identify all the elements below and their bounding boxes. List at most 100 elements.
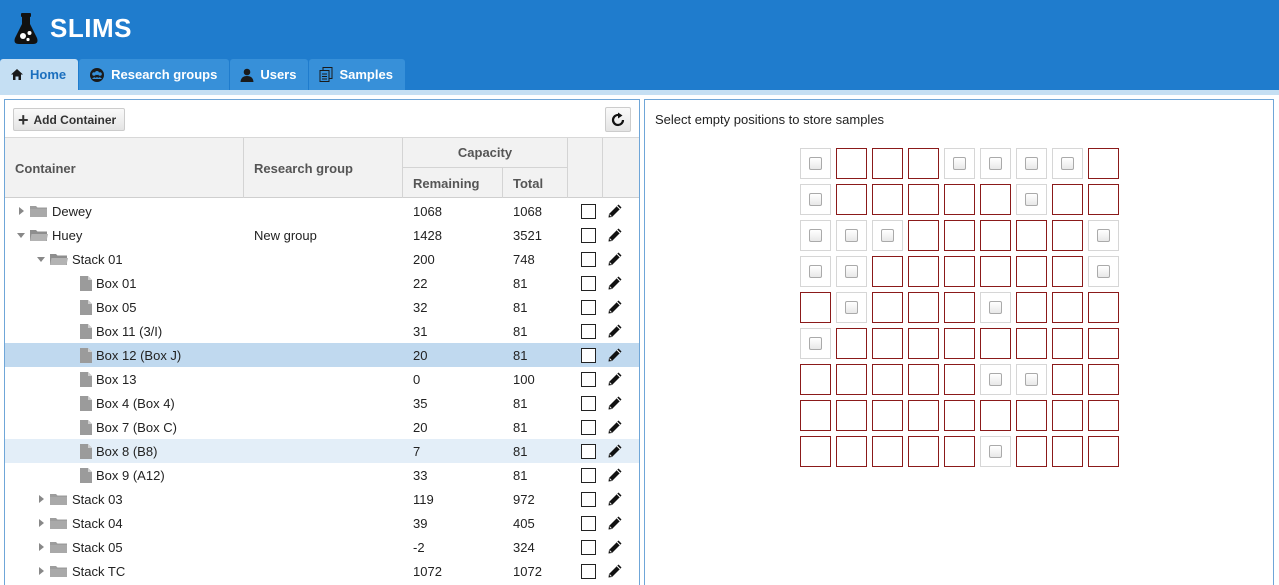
- position-checkbox[interactable]: [1025, 373, 1038, 386]
- table-row[interactable]: Box 8 (B8) 7 81: [5, 439, 639, 463]
- row-checkbox[interactable]: [580, 491, 596, 507]
- table-row[interactable]: Stack 01 200 748: [5, 247, 639, 271]
- position-checkbox[interactable]: [989, 373, 1002, 386]
- row-checkbox[interactable]: [580, 203, 596, 219]
- tab-users[interactable]: Users: [230, 59, 309, 90]
- position-checkbox[interactable]: [1097, 265, 1110, 278]
- row-checkbox[interactable]: [580, 275, 596, 291]
- row-checkbox[interactable]: [580, 227, 596, 243]
- row-checkbox[interactable]: [580, 371, 596, 387]
- position-checkbox[interactable]: [809, 229, 822, 242]
- empty-position[interactable]: [980, 364, 1011, 395]
- empty-position[interactable]: [836, 292, 867, 323]
- edit-button[interactable]: [605, 343, 625, 367]
- table-row[interactable]: Box 7 (Box C) 20 81: [5, 415, 639, 439]
- empty-position[interactable]: [980, 292, 1011, 323]
- container-name[interactable]: Stack 04: [72, 516, 123, 531]
- refresh-button[interactable]: [605, 107, 631, 132]
- position-checkbox[interactable]: [845, 229, 858, 242]
- container-name[interactable]: Box 7 (Box C): [96, 420, 177, 435]
- row-checkbox[interactable]: [580, 395, 596, 411]
- empty-position[interactable]: [800, 184, 831, 215]
- container-name[interactable]: Box 01: [96, 276, 136, 291]
- row-checkbox[interactable]: [580, 539, 596, 555]
- position-checkbox[interactable]: [989, 445, 1002, 458]
- expand-arrow-icon[interactable]: [35, 565, 47, 577]
- empty-position[interactable]: [800, 328, 831, 359]
- row-checkbox[interactable]: [580, 443, 596, 459]
- container-name[interactable]: Box 11 (3/I): [96, 324, 162, 339]
- container-name[interactable]: Stack TC: [72, 564, 125, 579]
- column-header-total[interactable]: Total: [503, 168, 568, 198]
- expand-arrow-icon[interactable]: [15, 205, 27, 217]
- empty-position[interactable]: [1016, 184, 1047, 215]
- table-row[interactable]: Huey New group 1428 3521: [5, 223, 639, 247]
- column-header-research-group[interactable]: Research group: [244, 138, 403, 198]
- empty-position[interactable]: [1052, 148, 1083, 179]
- expand-arrow-icon[interactable]: [35, 493, 47, 505]
- row-checkbox[interactable]: [580, 515, 596, 531]
- position-checkbox[interactable]: [1061, 157, 1074, 170]
- edit-button[interactable]: [605, 415, 625, 439]
- position-checkbox[interactable]: [953, 157, 966, 170]
- container-name[interactable]: Box 05: [96, 300, 136, 315]
- collapse-arrow-icon[interactable]: [15, 229, 27, 241]
- tab-samples[interactable]: Samples: [309, 59, 405, 90]
- empty-position[interactable]: [800, 148, 831, 179]
- empty-position[interactable]: [1016, 148, 1047, 179]
- row-checkbox[interactable]: [580, 467, 596, 483]
- container-name[interactable]: Box 9 (A12): [96, 468, 165, 483]
- edit-button[interactable]: [605, 199, 625, 223]
- table-row[interactable]: Stack 05 -2 324: [5, 535, 639, 559]
- edit-button[interactable]: [605, 367, 625, 391]
- expand-arrow-icon[interactable]: [35, 517, 47, 529]
- empty-position[interactable]: [872, 220, 903, 251]
- edit-button[interactable]: [605, 271, 625, 295]
- empty-position[interactable]: [980, 436, 1011, 467]
- container-name[interactable]: Box 4 (Box 4): [96, 396, 175, 411]
- collapse-arrow-icon[interactable]: [35, 253, 47, 265]
- table-row[interactable]: Box 11 (3/I) 31 81: [5, 319, 639, 343]
- edit-button[interactable]: [605, 247, 625, 271]
- container-name[interactable]: Box 13: [96, 372, 136, 387]
- tab-research-groups[interactable]: Research groups: [79, 59, 230, 90]
- container-name[interactable]: Box 8 (B8): [96, 444, 157, 459]
- container-name[interactable]: Dewey: [52, 204, 92, 219]
- edit-button[interactable]: [605, 487, 625, 511]
- row-checkbox[interactable]: [580, 419, 596, 435]
- row-checkbox[interactable]: [580, 323, 596, 339]
- empty-position[interactable]: [1016, 364, 1047, 395]
- position-checkbox[interactable]: [809, 337, 822, 350]
- position-checkbox[interactable]: [845, 301, 858, 314]
- position-checkbox[interactable]: [809, 265, 822, 278]
- row-checkbox[interactable]: [580, 251, 596, 267]
- position-checkbox[interactable]: [989, 157, 1002, 170]
- table-row[interactable]: Box 01 22 81: [5, 271, 639, 295]
- table-row[interactable]: Box 9 (A12) 33 81: [5, 463, 639, 487]
- empty-position[interactable]: [944, 148, 975, 179]
- empty-position[interactable]: [836, 256, 867, 287]
- row-checkbox[interactable]: [580, 347, 596, 363]
- empty-position[interactable]: [836, 220, 867, 251]
- position-checkbox[interactable]: [1025, 193, 1038, 206]
- edit-button[interactable]: [605, 391, 625, 415]
- add-container-button[interactable]: + Add Container: [13, 108, 126, 131]
- position-checkbox[interactable]: [809, 157, 822, 170]
- empty-position[interactable]: [800, 220, 831, 251]
- edit-button[interactable]: [605, 559, 625, 583]
- tab-home[interactable]: Home: [0, 59, 79, 90]
- container-name[interactable]: Stack 05: [72, 540, 123, 555]
- position-checkbox[interactable]: [881, 229, 894, 242]
- container-name[interactable]: Stack 03: [72, 492, 123, 507]
- edit-button[interactable]: [605, 463, 625, 487]
- empty-position[interactable]: [980, 148, 1011, 179]
- table-row[interactable]: Box 05 32 81: [5, 295, 639, 319]
- row-checkbox[interactable]: [580, 299, 596, 315]
- table-row[interactable]: Box 4 (Box 4) 35 81: [5, 391, 639, 415]
- position-checkbox[interactable]: [1025, 157, 1038, 170]
- position-checkbox[interactable]: [989, 301, 1002, 314]
- edit-button[interactable]: [605, 535, 625, 559]
- position-checkbox[interactable]: [845, 265, 858, 278]
- empty-position[interactable]: [1088, 256, 1119, 287]
- container-name[interactable]: Stack 01: [72, 252, 123, 267]
